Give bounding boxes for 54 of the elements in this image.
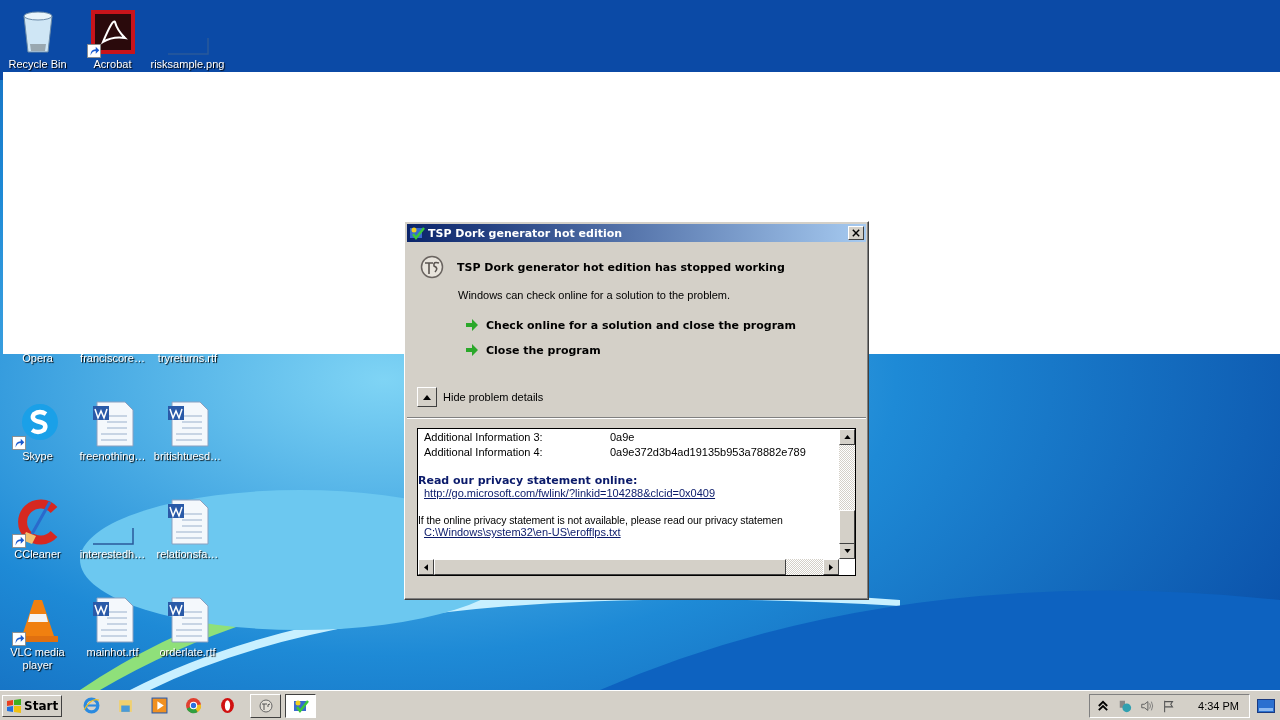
detail-value: 0a9e (610, 430, 635, 443)
chevron-up-icon[interactable] (1096, 698, 1111, 713)
toggle-details-label: Hide problem details (443, 391, 544, 403)
detail-label: Additional Information 3: (424, 430, 544, 443)
desktop-icon-label[interactable]: britishtuesd… (150, 450, 225, 463)
desktop-icon-label[interactable]: orderlate.rtf (150, 646, 225, 659)
pdf-app-icon[interactable] (88, 8, 137, 56)
chrome-icon[interactable] (185, 697, 203, 714)
clock[interactable]: 4:34 PM (1198, 699, 1239, 712)
dialog-heading: TSP Dork generator hot edition has stopped working (457, 260, 785, 274)
file-path-link[interactable]: C:\Windows\system32\en-US\erofflps.txt (424, 526, 621, 538)
scroll-left-icon[interactable] (424, 563, 428, 571)
detail-label: Additional Information 4: (424, 445, 544, 458)
caret-up-icon (423, 394, 431, 400)
privacy-link[interactable]: http://go.microsoft.com/fwlink/?linkid=104288&clcid=0x0409 (424, 487, 716, 499)
desktop-icon-label[interactable]: Recycle Bin (0, 58, 75, 71)
scroll-down-icon[interactable] (843, 549, 851, 553)
horizontal-scrollbar[interactable] (418, 559, 839, 575)
desktop-icon-label[interactable]: franciscore… (75, 352, 150, 365)
application-icon (257, 697, 274, 714)
start-button[interactable]: Start (2, 694, 63, 717)
desktop-icon-label[interactable]: freenothing… (75, 450, 150, 463)
close-icon (852, 229, 860, 237)
desktop-icon-label[interactable]: risksample.png (150, 58, 225, 71)
show-desktop-icon[interactable] (1257, 698, 1275, 713)
windows-logo-icon (6, 697, 22, 714)
window-app-icon (409, 225, 425, 241)
detail-value: 0a9e372d3b4ad19135b953a78882e789 (610, 445, 806, 458)
media-player-icon[interactable] (151, 697, 169, 714)
command-link[interactable]: Check online for a solution and close the program (486, 318, 796, 332)
application-icon (420, 255, 444, 279)
scroll-right-icon[interactable] (829, 563, 833, 571)
privacy-heading: Read our privacy statement online: (418, 474, 639, 487)
desktop-icon-label[interactable]: VLC media player (0, 646, 75, 672)
taskbar-button[interactable] (285, 693, 317, 718)
window-title: TSP Dork generator hot edition (428, 226, 624, 240)
toggle-details-button[interactable] (417, 387, 437, 407)
desktop-icon-label[interactable]: CCleaner (0, 548, 75, 561)
close-button[interactable] (848, 226, 864, 240)
flag-icon[interactable] (1162, 698, 1177, 713)
vertical-scrollbar[interactable] (839, 429, 855, 559)
desktop-icon-label[interactable]: Acrobat (75, 58, 150, 71)
arrow-icon (465, 343, 479, 357)
desktop-icon-label[interactable]: tryreturns.rtf (150, 352, 225, 365)
desktop-icon-label[interactable]: Opera (0, 352, 75, 365)
dialog-message: Windows can check online for a solution to the problem. (458, 289, 732, 301)
scroll-up-icon[interactable] (843, 435, 851, 439)
command-link[interactable]: Close the program (486, 343, 601, 357)
opera-icon[interactable] (219, 697, 237, 714)
desktop-icon-label[interactable]: mainhot.rtf (75, 646, 150, 659)
arrow-icon (465, 318, 479, 332)
speaker-icon[interactable] (1140, 698, 1155, 713)
offline-note: If the online privacy statement is not available, please read our privacy statemen (418, 514, 784, 526)
desktop-icon-label[interactable]: Skype (0, 450, 75, 463)
